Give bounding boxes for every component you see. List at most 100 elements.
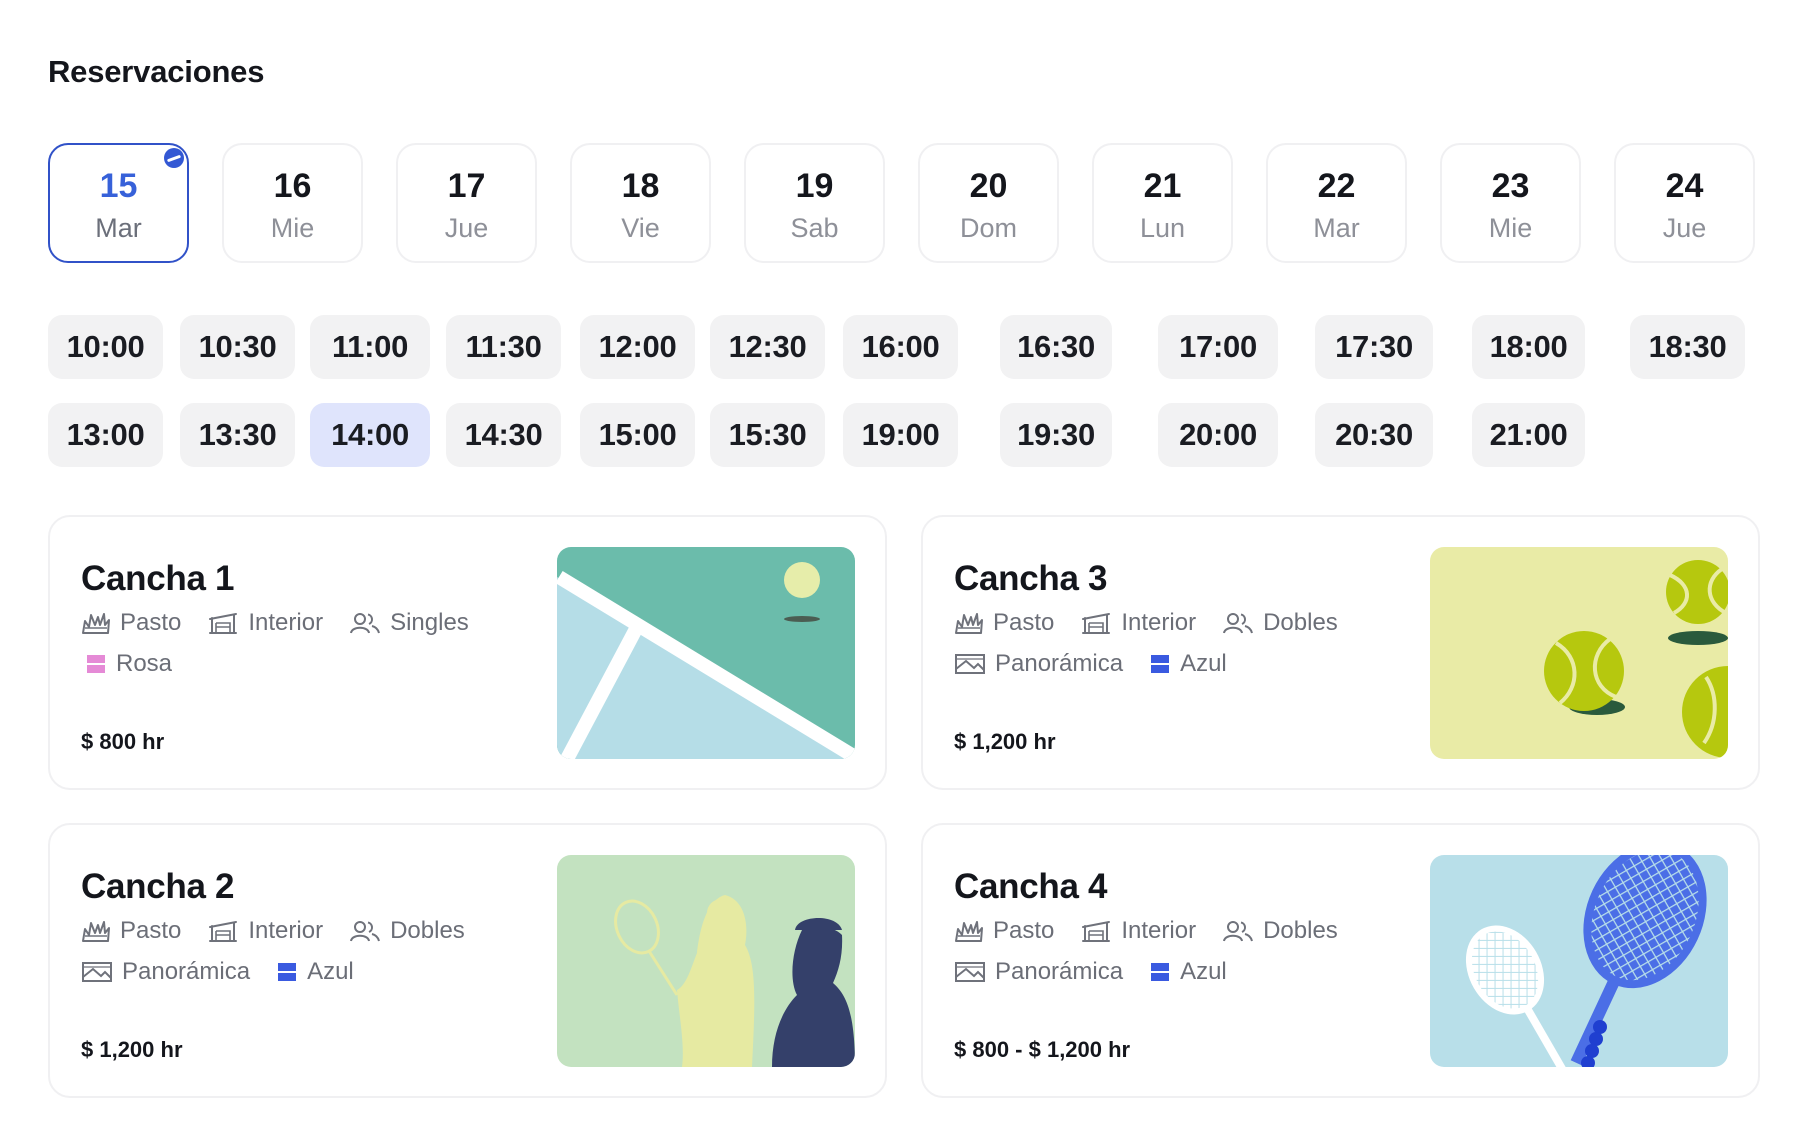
time-slot-button[interactable]: 17:30 xyxy=(1315,315,1433,379)
court-extra-attributes: Panorámica Azul xyxy=(954,650,1227,678)
date-selector: 15 Mar 16 Mie 17 Jue 18 Vie 19 Sab 20 Dom 21 Lun 22 Mar… xyxy=(48,143,1755,263)
time-slot-button[interactable]: 13:30 xyxy=(180,403,295,467)
time-slot-button[interactable]: 16:00 xyxy=(843,315,958,379)
date-weekday: Lun xyxy=(1139,212,1186,243)
setting-attribute: Interior xyxy=(207,609,323,637)
time-slot-button[interactable]: 19:30 xyxy=(1000,403,1112,467)
format-attribute: Dobles xyxy=(1222,917,1338,945)
color-swatch-icon xyxy=(1149,653,1171,675)
surface-attribute: Pasto xyxy=(81,917,181,945)
date-card[interactable]: 18 Vie xyxy=(570,143,711,263)
indoor-icon xyxy=(1080,611,1112,635)
players-icon xyxy=(349,919,381,943)
date-day: 24 xyxy=(1665,166,1704,205)
court-price: $ 800 hr xyxy=(81,729,165,754)
date-weekday: Jue xyxy=(1662,212,1707,243)
date-card[interactable]: 22 Mar xyxy=(1266,143,1407,263)
time-slot-button[interactable]: 19:00 xyxy=(843,403,958,467)
time-slot-button[interactable]: 20:30 xyxy=(1315,403,1433,467)
indoor-icon xyxy=(207,611,239,635)
time-slot-button[interactable]: 11:00 xyxy=(310,315,430,379)
time-slot-button[interactable]: 14:30 xyxy=(446,403,561,467)
extra-attribute: Panorámica xyxy=(81,958,250,986)
date-card[interactable]: 23 Mie xyxy=(1440,143,1581,263)
page-title: Reservaciones xyxy=(48,54,265,89)
date-weekday: Dom xyxy=(959,212,1017,243)
court-price: $ 1,200 hr xyxy=(81,1037,183,1062)
time-slot-button[interactable]: 17:00 xyxy=(1158,315,1278,379)
setting-attribute: Interior xyxy=(1080,917,1196,945)
court-name: Cancha 2 xyxy=(81,867,235,906)
date-weekday: Sab xyxy=(790,212,839,243)
surface-label: Pasto xyxy=(120,917,182,944)
date-weekday: Vie xyxy=(621,212,660,243)
players-icon xyxy=(1222,611,1254,635)
time-slot-button[interactable]: 12:30 xyxy=(710,315,825,379)
court-price: $ 1,200 hr xyxy=(954,729,1056,754)
extra-label: Azul xyxy=(307,958,354,985)
panoramic-icon xyxy=(954,652,986,676)
grass-icon xyxy=(81,611,111,635)
date-weekday: Mar xyxy=(1313,212,1360,243)
date-day: 21 xyxy=(1143,166,1182,205)
extra-attribute: Azul xyxy=(1149,650,1227,678)
date-card[interactable]: 19 Sab xyxy=(744,143,885,263)
setting-label: Interior xyxy=(1121,609,1197,636)
extra-label: Rosa xyxy=(116,650,173,677)
time-slot-button[interactable]: 10:00 xyxy=(48,315,163,379)
date-day: 23 xyxy=(1491,166,1530,205)
date-card[interactable]: 24 Jue xyxy=(1614,143,1755,263)
time-slot-button[interactable]: 18:30 xyxy=(1630,315,1745,379)
date-weekday: Mar xyxy=(95,212,142,243)
date-card[interactable]: 17 Jue xyxy=(396,143,537,263)
date-card[interactable]: 16 Mie xyxy=(222,143,363,263)
time-slot-button[interactable]: 14:00 xyxy=(310,403,430,467)
indoor-icon xyxy=(1080,919,1112,943)
extra-label: Azul xyxy=(1180,650,1227,677)
time-slot-button[interactable]: 13:00 xyxy=(48,403,163,467)
court-extra-attributes: Rosa xyxy=(81,650,172,678)
setting-attribute: Interior xyxy=(207,917,323,945)
time-slot-button[interactable]: 15:00 xyxy=(580,403,695,467)
surface-attribute: Pasto xyxy=(954,917,1054,945)
date-weekday: Mie xyxy=(270,212,315,243)
date-weekday: Jue xyxy=(444,212,489,243)
setting-label: Interior xyxy=(1121,917,1197,944)
date-card[interactable]: 21 Lun xyxy=(1092,143,1233,263)
surface-label: Pasto xyxy=(120,609,182,636)
court-card[interactable]: Cancha 3 Pasto Interior Dobles Panorámica Azu… xyxy=(921,515,1760,790)
court-card[interactable]: Cancha 1 Pasto Interior Singles Rosa $ 800 hr xyxy=(48,515,887,790)
surface-label: Pasto xyxy=(993,917,1055,944)
court-card[interactable]: Cancha 4 Pasto Interior Dobles Panorámica Azu… xyxy=(921,823,1760,1098)
time-slot-button[interactable]: 10:30 xyxy=(180,315,295,379)
players-icon xyxy=(349,611,381,635)
date-day: 18 xyxy=(621,166,660,205)
time-slot-button[interactable]: 11:30 xyxy=(446,315,561,379)
court-card[interactable]: Cancha 2 Pasto Interior Dobles Panorámica Azu… xyxy=(48,823,887,1098)
court-name: Cancha 3 xyxy=(954,559,1108,598)
time-slot-button[interactable]: 15:30 xyxy=(710,403,825,467)
time-slot-button[interactable]: 20:00 xyxy=(1158,403,1278,467)
setting-label: Interior xyxy=(248,917,324,944)
date-weekday: Mie xyxy=(1488,212,1533,243)
surface-attribute: Pasto xyxy=(81,609,181,637)
setting-attribute: Interior xyxy=(1080,609,1196,637)
setting-label: Interior xyxy=(248,609,324,636)
surface-attribute: Pasto xyxy=(954,609,1054,637)
extra-label: Panorámica xyxy=(995,958,1124,985)
time-slot-button[interactable]: 21:00 xyxy=(1472,403,1585,467)
date-card[interactable]: 20 Dom xyxy=(918,143,1059,263)
court-attributes: Pasto Interior Dobles xyxy=(954,917,1338,945)
court-image xyxy=(557,547,855,759)
time-slot-button[interactable]: 12:00 xyxy=(580,315,695,379)
extra-label: Azul xyxy=(1180,958,1227,985)
color-swatch-icon xyxy=(1149,961,1171,983)
format-attribute: Dobles xyxy=(1222,609,1338,637)
date-card[interactable]: 15 Mar xyxy=(48,143,189,263)
panoramic-icon xyxy=(81,960,113,984)
court-attributes: Pasto Interior Dobles xyxy=(954,609,1338,637)
format-label: Singles xyxy=(390,609,469,636)
time-slot-button[interactable]: 18:00 xyxy=(1472,315,1585,379)
grass-icon xyxy=(81,919,111,943)
time-slot-button[interactable]: 16:30 xyxy=(1000,315,1112,379)
